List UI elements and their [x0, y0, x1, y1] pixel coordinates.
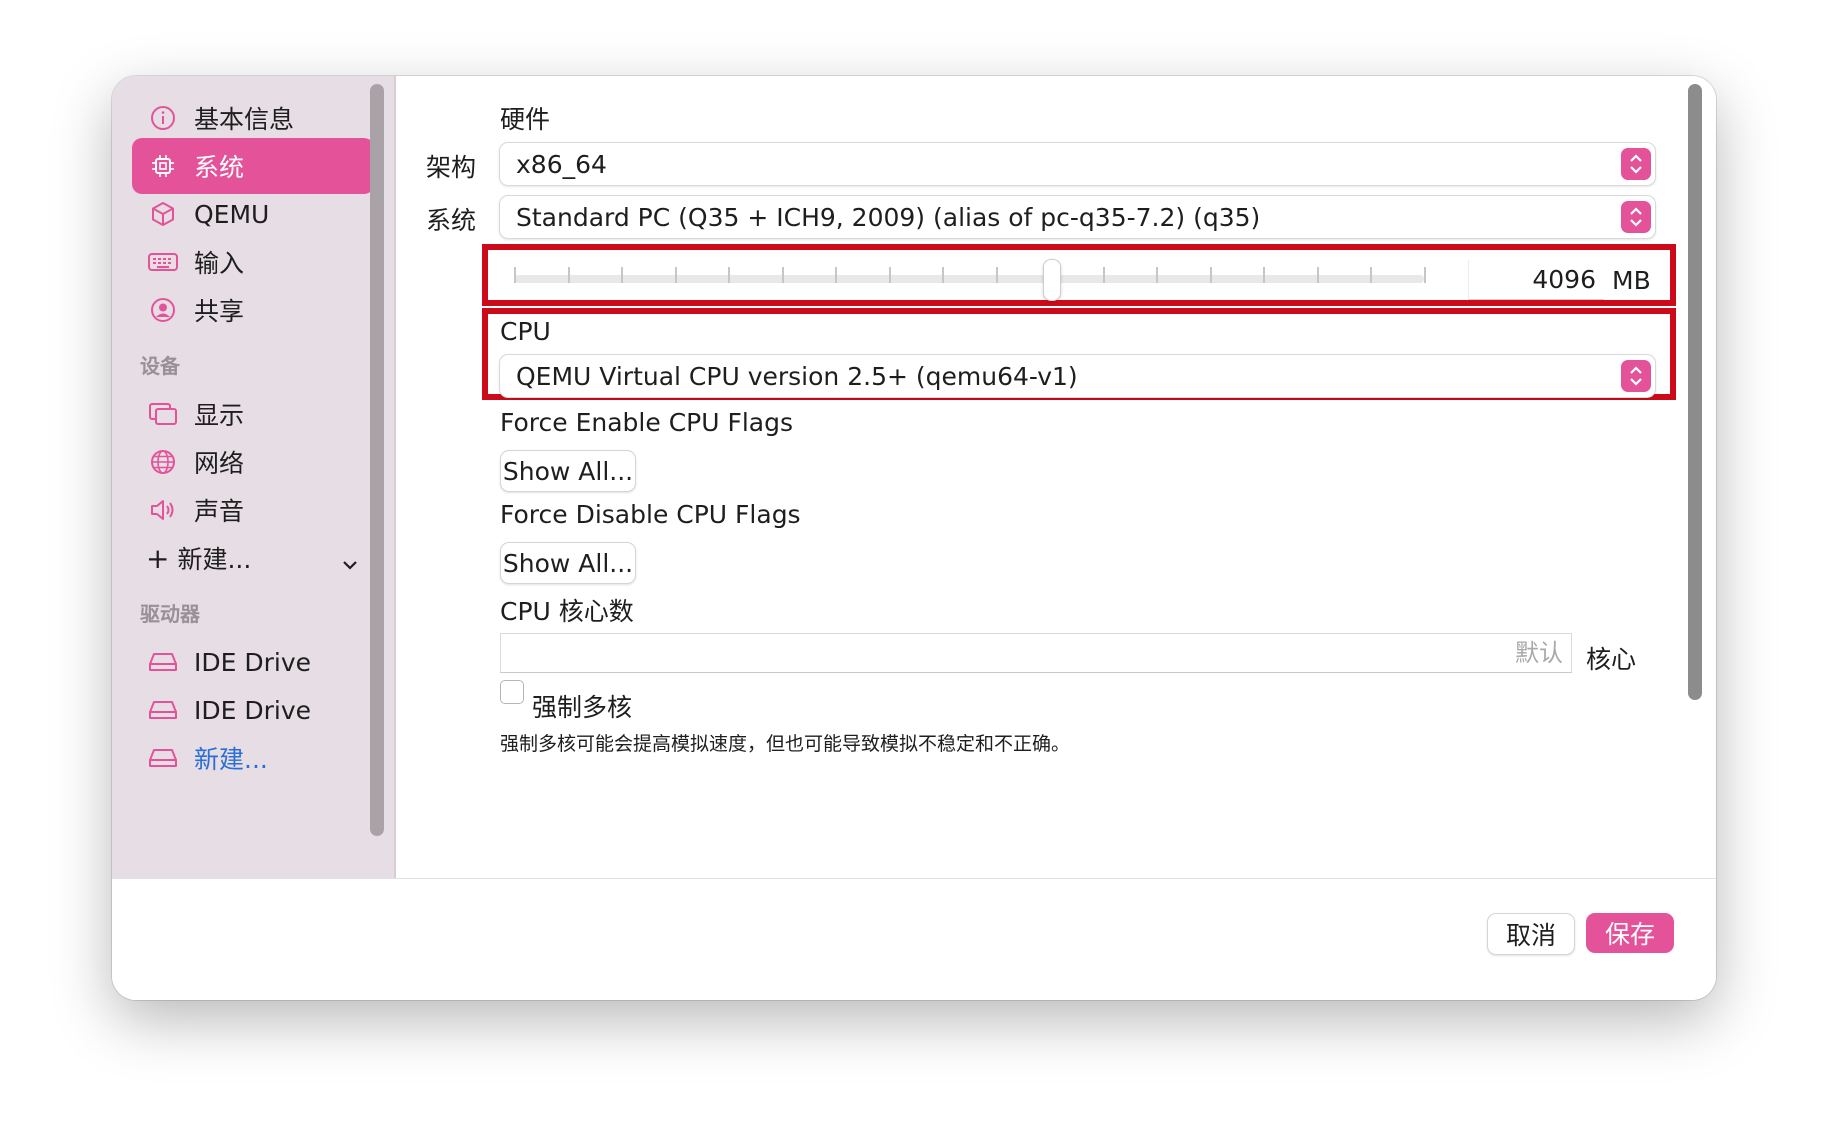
slider-tick [568, 267, 570, 283]
new-drive-label: 新建... [194, 745, 268, 774]
sidebar-item-label: 共享 [194, 297, 245, 326]
force-multicore-label: 强制多核 [532, 693, 633, 722]
slider-tick [835, 267, 837, 283]
cpu-value: QEMU Virtual CPU version 2.5+ (qemu64-v1… [516, 361, 1078, 391]
person-circle-icon [146, 293, 180, 327]
keyboard-icon [146, 245, 180, 279]
memory-input[interactable]: 4096 [1468, 260, 1604, 300]
speaker-icon [146, 493, 180, 527]
sidebar-item-label: QEMU [194, 199, 270, 229]
settings-window: 基本信息 系统 QEMU 输入 共享 设备 显示 网络 声音 + 新建... 驱… [112, 76, 1716, 1000]
cpu-chip-icon [146, 149, 180, 183]
sidebar-item-label: 声音 [194, 497, 245, 526]
sidebar-item-sharing[interactable]: 共享 [132, 282, 374, 338]
sidebar-item-label: 显示 [194, 401, 245, 430]
sidebar-item-label: 网络 [194, 449, 245, 478]
slider-tick [1103, 267, 1105, 283]
slider-tick [942, 267, 944, 283]
sidebar-item-label: 基本信息 [194, 105, 295, 134]
main-scrollbar[interactable] [1688, 84, 1702, 700]
new-device-label: 新建... [177, 545, 252, 574]
slider-tick [1210, 267, 1212, 283]
up-down-chevron-icon [1621, 148, 1651, 180]
sidebar-item-label: 系统 [194, 153, 245, 182]
cpu-select[interactable]: QEMU Virtual CPU version 2.5+ (qemu64-v1… [499, 354, 1656, 398]
sidebar: 基本信息 系统 QEMU 输入 共享 设备 显示 网络 声音 + 新建... 驱… [112, 76, 394, 878]
memory-slider-thumb[interactable] [1042, 259, 1061, 301]
slider-tick [889, 267, 891, 283]
up-down-chevron-icon [1621, 360, 1651, 392]
memory-slider-track[interactable] [514, 275, 1424, 283]
cpu-cores-label: CPU 核心数 [500, 597, 634, 626]
hardware-title: 硬件 [500, 105, 551, 134]
drive-icon [146, 741, 180, 775]
slider-tick [675, 267, 677, 283]
slider-tick [728, 267, 730, 283]
system-value: Standard PC (Q35 + ICH9, 2009) (alias of… [516, 202, 1261, 232]
new-drive-button[interactable]: 新建... [132, 730, 374, 786]
slider-tick [1317, 267, 1319, 283]
chevron-down-icon [342, 548, 358, 577]
globe-icon [146, 445, 180, 479]
arch-select[interactable]: x86_64 [499, 142, 1656, 186]
slider-tick [621, 267, 623, 283]
slider-tick [1156, 267, 1158, 283]
system-select[interactable]: Standard PC (Q35 + ICH9, 2009) (alias of… [499, 195, 1656, 239]
system-label: 系统 [426, 206, 477, 235]
memory-unit: MB [1612, 266, 1651, 295]
force-multicore-checkbox[interactable] [500, 680, 524, 704]
force-disable-label: Force Disable CPU Flags [500, 500, 801, 529]
drive-icon [146, 645, 180, 679]
up-down-chevron-icon [1621, 201, 1651, 233]
force-multicore-hint: 强制多核可能会提高模拟速度，但也可能导致模拟不稳定和不正确。 [500, 733, 1071, 755]
display-icon [146, 397, 180, 431]
drive-icon [146, 693, 180, 727]
force-enable-show-all-button[interactable]: Show All... [500, 450, 636, 492]
force-disable-show-all-button[interactable]: Show All... [500, 542, 636, 584]
drives-section-header: 驱动器 [140, 602, 200, 626]
cpu-cores-input[interactable]: 默认 [500, 633, 1572, 673]
slider-tick [782, 267, 784, 283]
arch-label: 架构 [426, 153, 477, 182]
save-button[interactable]: 保存 [1586, 913, 1674, 953]
system-settings-panel: 硬件 架构 x86_64 系统 Standard PC (Q35 + ICH9,… [396, 76, 1716, 878]
sidebar-item-label: IDE Drive [194, 695, 312, 725]
cpu-cores-unit: 核心 [1586, 645, 1637, 674]
dialog-footer: 取消 保存 [112, 878, 1716, 1000]
arch-value: x86_64 [516, 149, 607, 179]
cpu-title: CPU [500, 317, 551, 346]
slider-tick [1424, 267, 1426, 283]
info-icon [146, 101, 180, 135]
sidebar-scrollbar[interactable] [370, 84, 384, 836]
sidebar-item-label: IDE Drive [194, 647, 312, 677]
cube-icon [146, 197, 180, 231]
new-device-button[interactable]: + 新建... [132, 530, 374, 586]
sidebar-item-label: 输入 [194, 249, 245, 278]
slider-tick [514, 267, 516, 283]
devices-section-header: 设备 [140, 354, 180, 378]
cancel-button[interactable]: 取消 [1487, 913, 1575, 955]
plus-icon: + [146, 541, 170, 575]
slider-tick [1370, 267, 1372, 283]
slider-tick [1263, 267, 1265, 283]
force-enable-label: Force Enable CPU Flags [500, 408, 794, 437]
slider-tick [996, 267, 998, 283]
